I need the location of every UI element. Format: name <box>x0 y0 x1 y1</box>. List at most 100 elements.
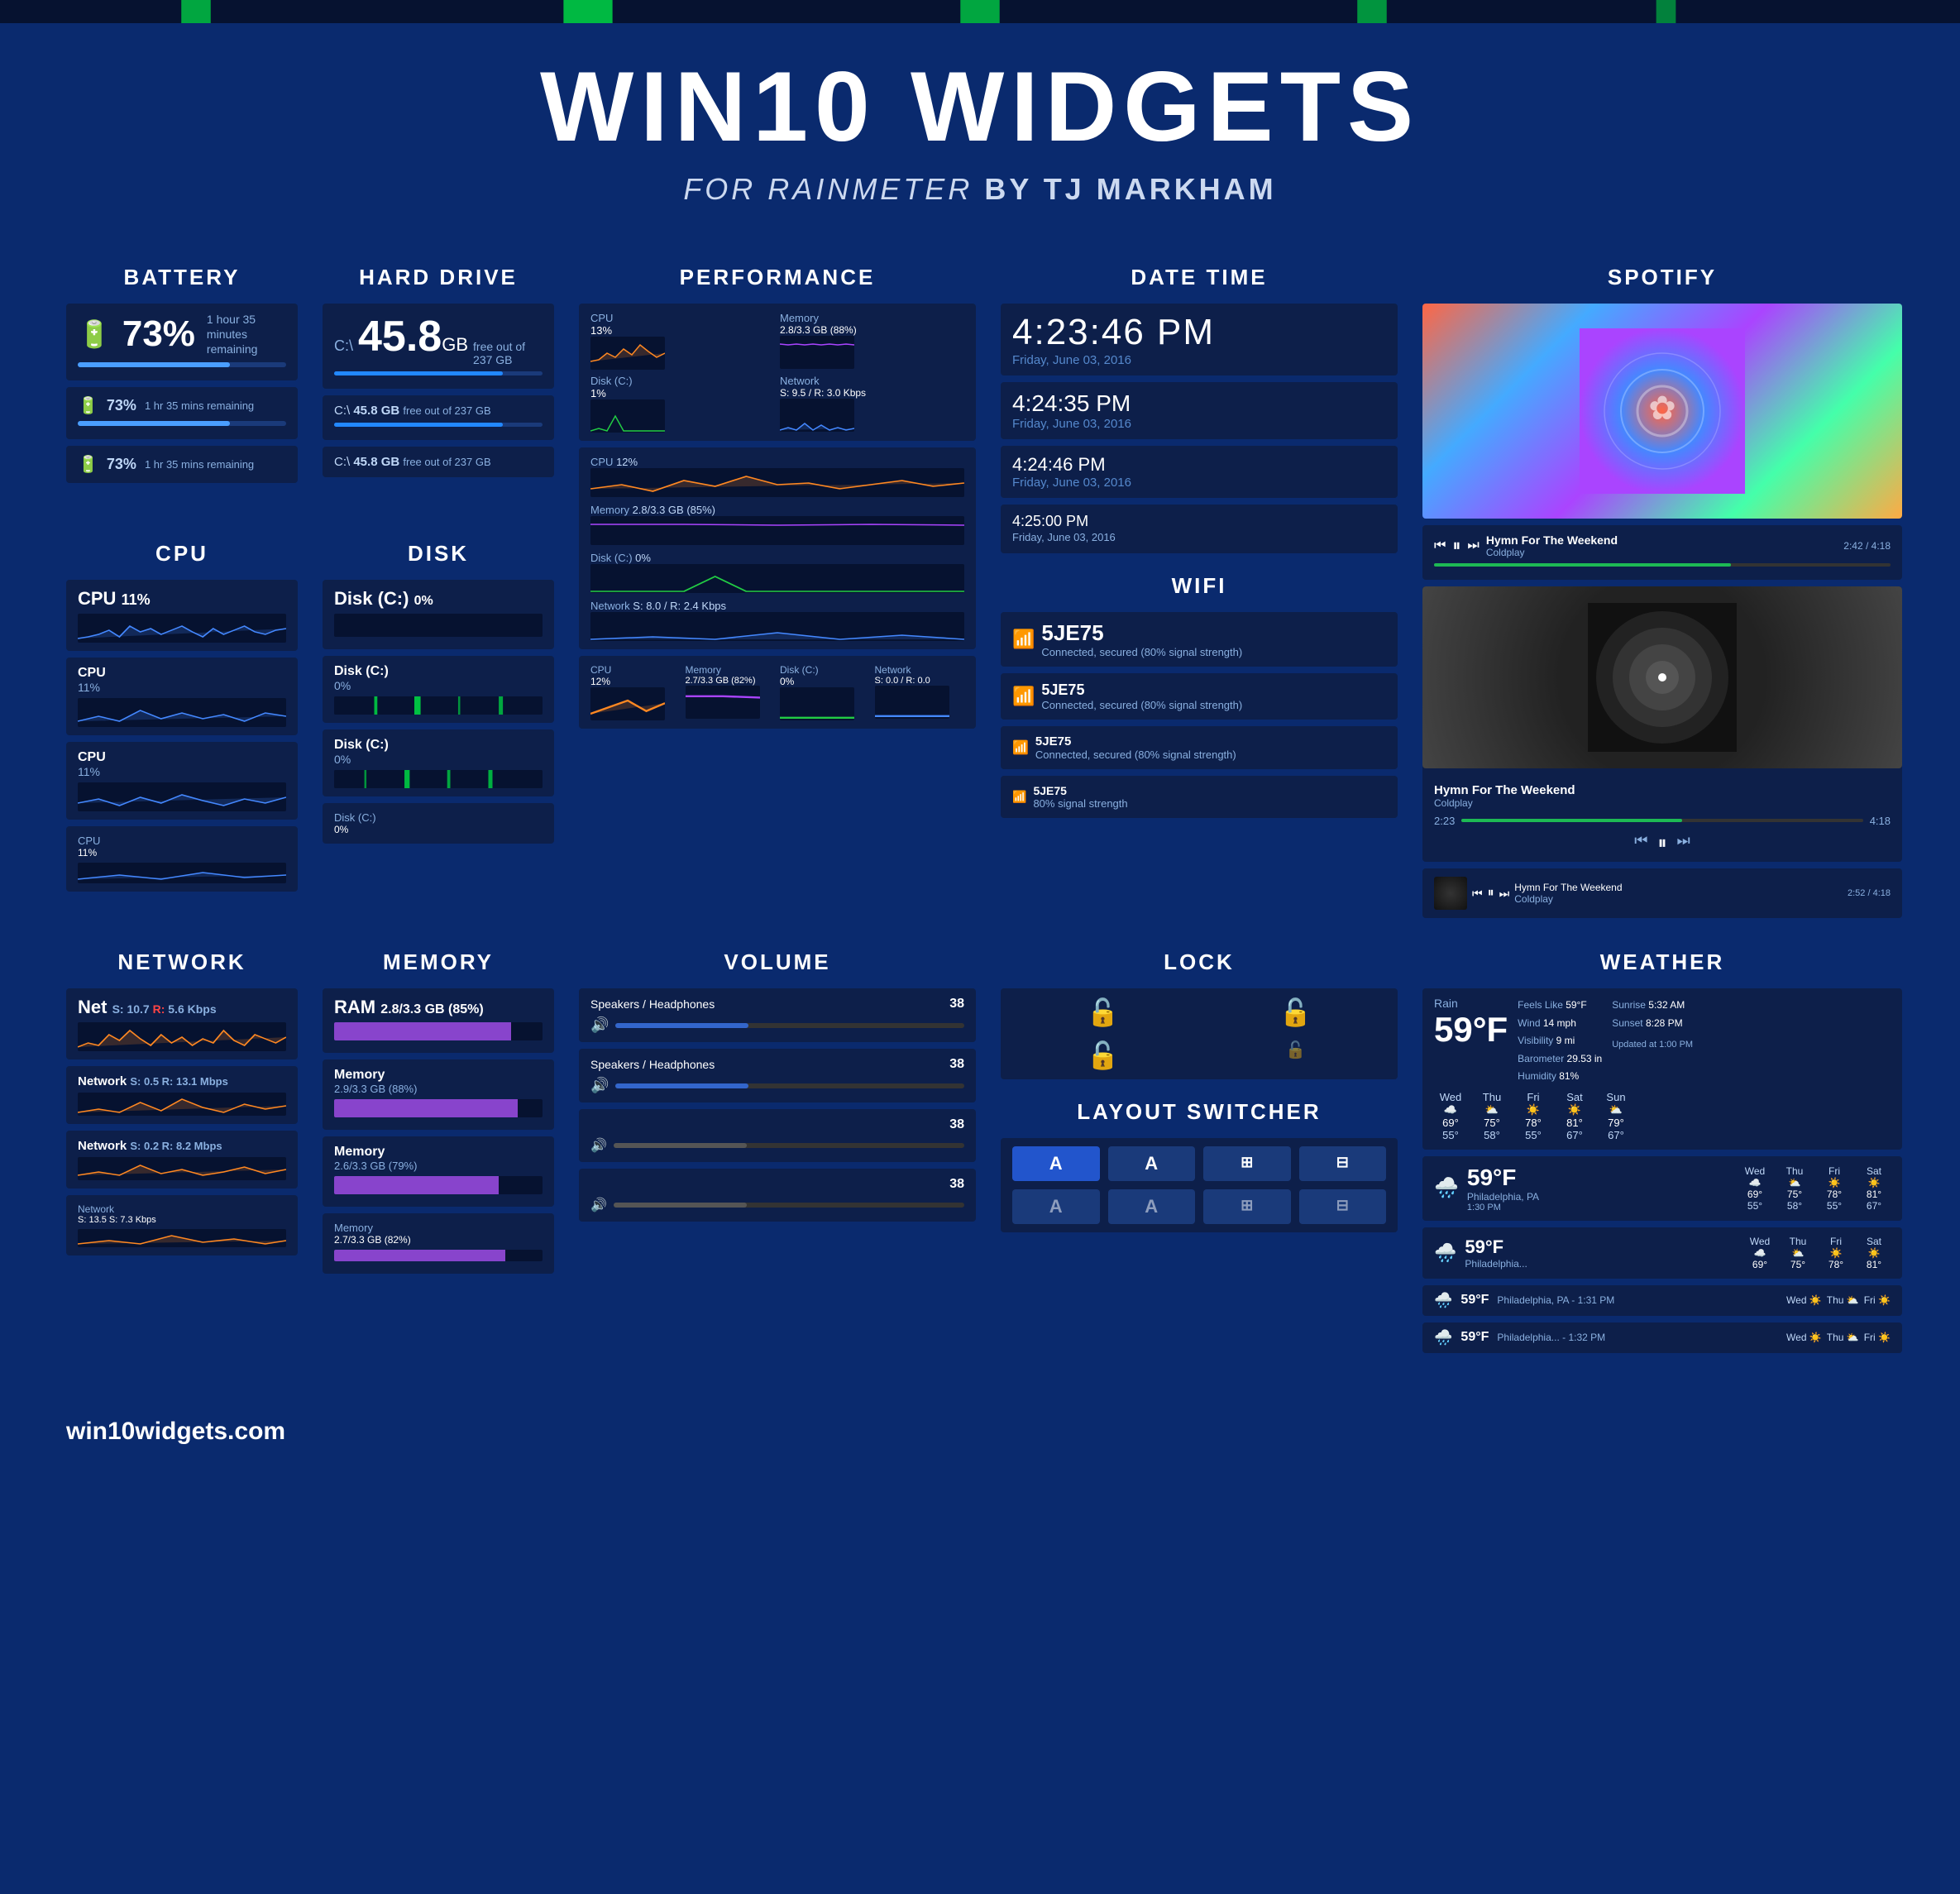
weather-forecast-row: Wed☁️69°55° Thu⛅75°58° Fri☀️78°55° Sat☀️… <box>1434 1091 1891 1141</box>
network-title: NETWORK <box>66 949 298 975</box>
wifi-item-4: 📶 5JE75 80% signal strength <box>1001 776 1398 818</box>
layout-item-5[interactable]: A <box>1012 1189 1100 1224</box>
lock-icon-2[interactable]: 🔓 <box>1279 997 1312 1028</box>
spotify-prev-icon-2[interactable]: ⏮ <box>1634 832 1647 854</box>
layout-item-4[interactable]: ⊟ <box>1299 1146 1387 1181</box>
hd-bar-track <box>334 371 543 375</box>
spotify-play-icon-3[interactable]: ⏸ <box>1488 886 1494 901</box>
mem-item-4: Memory 2.7/3.3 GB (82%) <box>323 1213 554 1274</box>
layout-item-7[interactable]: ⊞ <box>1203 1189 1291 1224</box>
volume-section: VOLUME Speakers / Headphones 38 🔊 Speake… <box>579 949 976 1228</box>
vol-item-1: Speakers / Headphones 38 🔊 <box>579 988 976 1042</box>
hd-bar-fill <box>334 371 503 375</box>
weather-title: WEATHER <box>1422 949 1902 975</box>
datetime-title: DATE TIME <box>1001 265 1398 290</box>
weather-day-sun: Sun⛅79°67° <box>1599 1091 1633 1141</box>
vol-item-4: 38 🔊 <box>579 1169 976 1222</box>
memory-title: MEMORY <box>323 949 554 975</box>
vol-slider-4[interactable] <box>614 1203 964 1208</box>
dt-date-4: Friday, June 03, 2016 <box>1012 531 1116 543</box>
weather-temp-3: 59°F <box>1465 1236 1527 1258</box>
dt-item-4: 4:25:00 PM Friday, June 03, 2016 <box>1001 505 1398 553</box>
spotify-title: SPOTIFY <box>1422 265 1902 290</box>
spotify-prev-icon-1[interactable]: ⏮ <box>1434 538 1446 553</box>
perf-mem-1: Memory 2.8/3.3 GB (88%) <box>780 312 964 370</box>
spotify-play-icon-1[interactable]: ⏸ <box>1452 537 1460 556</box>
dt-time-2: 4:24:35 PM <box>1012 390 1386 417</box>
weather-icon-4: 🌧️ <box>1434 1292 1452 1309</box>
mem-bar-1 <box>334 1022 543 1040</box>
hd-main-value: 45.8GB <box>358 312 468 361</box>
vol-fill-1 <box>615 1023 748 1028</box>
mem-bar-fill-4 <box>334 1250 505 1261</box>
perf-mem-spark-1 <box>780 336 854 369</box>
cpu-spark-3 <box>78 782 286 811</box>
weather-forecast-3: Wed☁️69° Thu⛅75° Fri☀️78° Sat☀️81° <box>1536 1236 1891 1270</box>
spotify-time-1: 2:42 / 4:18 <box>1843 540 1891 552</box>
vol-val-4: 38 <box>949 1177 964 1192</box>
cpu-item-4: CPU 11% <box>66 826 298 892</box>
spotify-progress-1 <box>1434 563 1891 567</box>
mem-item-1: RAM 2.8/3.3 GB (85%) <box>323 988 554 1053</box>
spotify-next-icon-2[interactable]: ⏭ <box>1677 832 1690 854</box>
spotify-prev-icon-3[interactable]: ⏮ <box>1472 887 1483 901</box>
perf-mem-spark-2 <box>590 516 964 545</box>
hd-bar-fill-2 <box>334 423 503 427</box>
vol-item-2: Speakers / Headphones 38 🔊 <box>579 1049 976 1102</box>
vol-slider-1[interactable] <box>615 1023 964 1028</box>
cpu-section: CPU CPU 11% CPU 11% CPU 11% CPU 11% <box>66 541 298 925</box>
mem-bar-fill-1 <box>334 1022 511 1040</box>
spotify-mini-info: Hymn For The Weekend Coldplay <box>1514 882 1843 905</box>
weather-icon-5: 🌧️ <box>1434 1329 1452 1346</box>
mem-item-2: Memory 2.9/3.3 GB (88%) <box>323 1059 554 1130</box>
layout-item-6[interactable]: A <box>1108 1189 1196 1224</box>
mem-bar-3 <box>334 1176 543 1194</box>
spotify-play-icon-2[interactable]: ⏸ <box>1657 832 1666 854</box>
weather-icon-2: 🌧️ <box>1434 1176 1459 1200</box>
spotify-next-icon-1[interactable]: ⏭ <box>1467 538 1479 553</box>
layout-item-8[interactable]: ⊟ <box>1299 1189 1387 1224</box>
wifi-status-2: Connected, secured (80% signal strength) <box>1041 699 1242 711</box>
battery-item-1-pct: 73% <box>107 397 136 414</box>
disk-title: DISK <box>323 541 554 567</box>
vol-slider-2[interactable] <box>615 1083 964 1088</box>
spotify-time-curr-2: 2:23 <box>1434 815 1455 827</box>
spotify-mini-art <box>1434 877 1467 910</box>
dt-item-1: 4:23:46 PM Friday, June 03, 2016 <box>1001 304 1398 375</box>
layout-item-1[interactable]: A <box>1012 1146 1100 1181</box>
lock-icon-1[interactable]: 🔓 <box>1087 997 1120 1028</box>
title-bold: WIDGETS <box>911 51 1420 162</box>
perf-net-spark-2 <box>590 612 964 641</box>
disk-bar-3 <box>334 770 543 788</box>
vol-val-3: 38 <box>949 1117 964 1132</box>
vol-slider-3[interactable] <box>614 1143 964 1148</box>
memory-section: MEMORY RAM 2.8/3.3 GB (85%) Memory 2.9/3… <box>323 949 554 1360</box>
lock-icon-3[interactable]: 🔓 <box>1087 1040 1120 1071</box>
weather-icon-3: 🌧️ <box>1434 1242 1456 1264</box>
spotify-track-2: Hymn For The Weekend <box>1434 783 1891 797</box>
volume-lock-layout-col: VOLUME Speakers / Headphones 38 🔊 Speake… <box>579 949 976 1360</box>
battery-bar-fill <box>78 362 230 367</box>
battery-item-2-info: 1 hr 35 mins remaining <box>145 458 254 471</box>
battery-item-2-pct: 73% <box>107 456 136 473</box>
wifi-status-1: Connected, secured (80% signal strength) <box>1041 646 1242 658</box>
cpu-item-2: CPU 11% <box>66 658 298 735</box>
net-item-3: Network S: 0.2 R: 8.2 Mbps <box>66 1131 298 1189</box>
dt-date-2: Friday, June 03, 2016 <box>1012 417 1386 431</box>
layout-grid: A A ⊞ ⊟ A A ⊞ ⊟ <box>1012 1146 1386 1224</box>
dt-time-4: 4:25:00 PM <box>1012 513 1386 530</box>
perf-disk-spark-1 <box>590 399 665 433</box>
wifi-status-3: Connected, secured (80% signal strength) <box>1035 749 1236 761</box>
layout-item-2[interactable]: A <box>1108 1146 1196 1181</box>
layout-box: A A ⊞ ⊟ A A ⊞ ⊟ <box>1001 1138 1398 1232</box>
mem-item-3: Memory 2.6/3.3 GB (79%) <box>323 1136 554 1207</box>
battery-main-box: 🔋 73% 1 hour 35 minutes remaining <box>66 304 298 380</box>
perf-box-2: CPU 12% Memory 2.8/3.3 GB (85%) Disk (C:… <box>579 447 976 649</box>
weather-item-2: 🌧️ 59°F Philadelphia, PA 1:30 PM Wed☁️69… <box>1422 1156 1902 1221</box>
perf-disk-1: Disk (C:) 1% <box>590 375 775 433</box>
net-item-2: Network S: 0.5 R: 13.1 Mbps <box>66 1066 298 1124</box>
spotify-next-icon-3[interactable]: ⏭ <box>1499 887 1510 901</box>
perf-disk-2-row: Disk (C:) 0% <box>590 552 964 593</box>
layout-item-3[interactable]: ⊞ <box>1203 1146 1291 1181</box>
lock-icon-4[interactable]: 🔓 <box>1285 1040 1306 1071</box>
